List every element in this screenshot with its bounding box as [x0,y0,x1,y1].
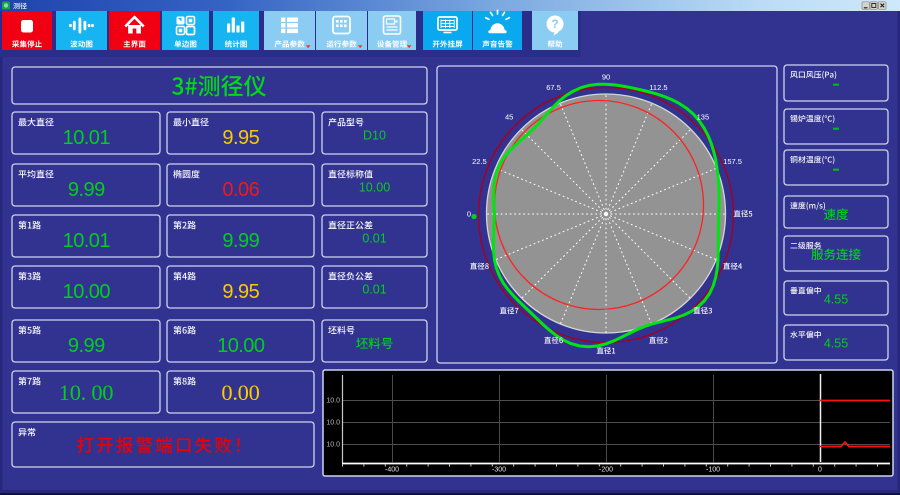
svg-text:-400: -400 [385,467,399,474]
svg-text:9.95: 9.95 [222,281,259,303]
svg-text:157.5: 157.5 [723,157,742,166]
svg-text:D10: D10 [363,129,386,143]
svg-text:10.0: 10.0 [326,442,340,449]
svg-text:4.55: 4.55 [824,293,848,307]
svg-text:-100: -100 [706,467,720,474]
svg-text:10.00: 10.00 [359,181,390,195]
svg-text:9.95: 9.95 [222,127,259,149]
svg-text:0.00: 0.00 [221,380,259,405]
svg-text:10.01: 10.01 [63,127,111,149]
svg-text:-200: -200 [599,467,613,474]
svg-text:9.99: 9.99 [68,335,105,357]
svg-text:10.00: 10.00 [63,281,111,303]
svg-text:9.99: 9.99 [222,230,259,252]
svg-text:0: 0 [467,210,471,219]
svg-text:4.55: 4.55 [824,337,848,351]
svg-text:10.01: 10.01 [63,230,111,252]
svg-text:10.0: 10.0 [326,398,340,405]
svg-text:?: ? [551,17,558,31]
svg-text:0.06: 0.06 [222,179,259,201]
svg-text:0.01: 0.01 [362,232,386,246]
svg-text:90: 90 [602,73,610,82]
svg-text:0.01: 0.01 [362,283,386,297]
svg-text:9.99: 9.99 [68,179,105,201]
svg-text:10.00: 10.00 [217,335,265,357]
svg-text:112.5: 112.5 [649,83,667,92]
svg-text:135: 135 [697,113,710,122]
svg-text:22.5: 22.5 [472,157,487,166]
svg-text:-300: -300 [492,467,506,474]
svg-text:0: 0 [818,467,822,474]
svg-text:10. 00: 10. 00 [59,380,114,405]
svg-text:45: 45 [505,113,513,122]
svg-text:10.0: 10.0 [326,420,340,427]
svg-text:67.5: 67.5 [546,83,561,92]
